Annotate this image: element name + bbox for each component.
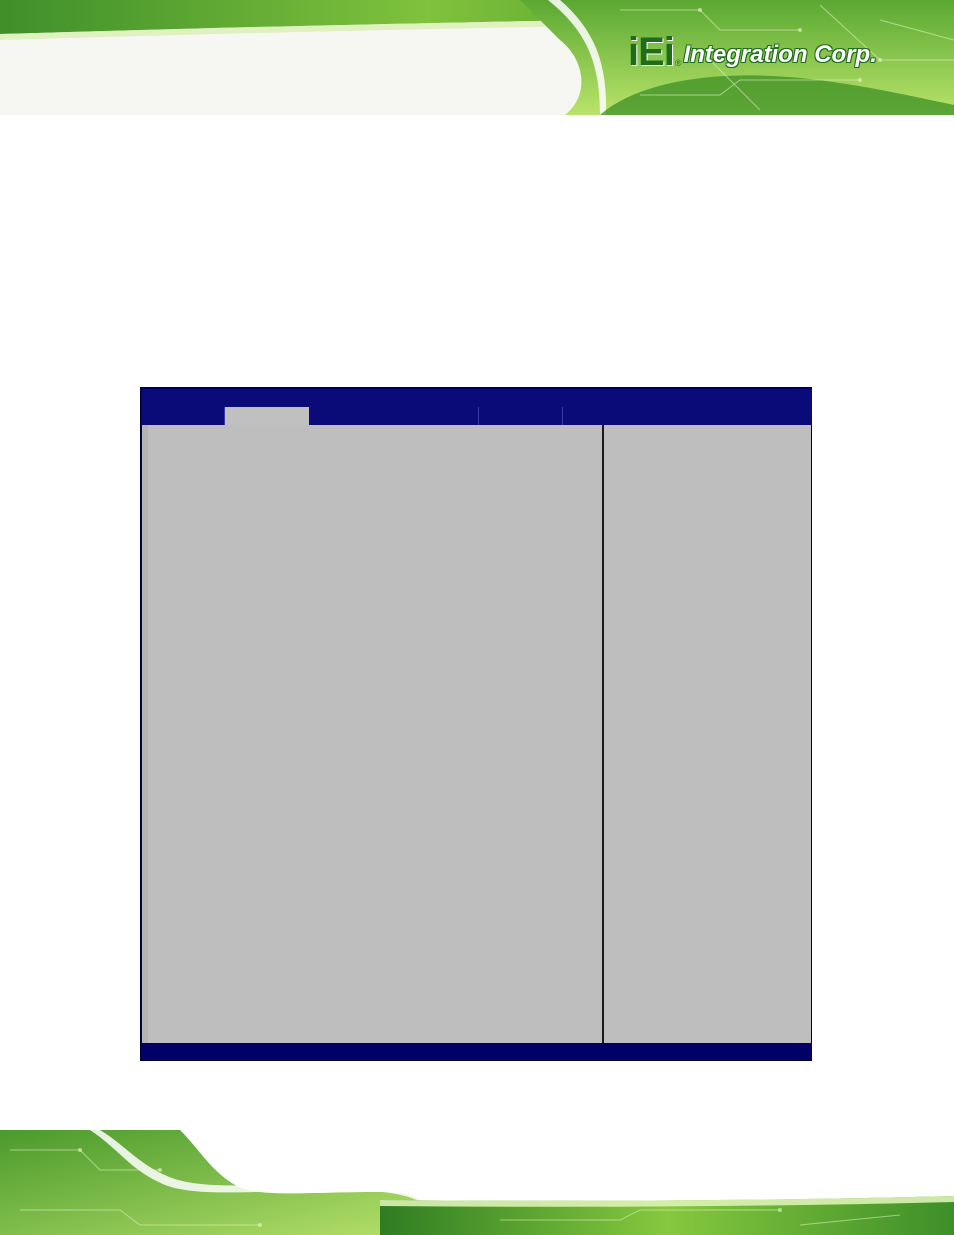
company-name: Integration Corp. (683, 41, 877, 68)
header-banner: iEi ® Integration Corp. (0, 0, 954, 115)
footer-banner (0, 1130, 954, 1235)
registered-mark: ® (674, 58, 682, 68)
company-logo: iEi ® Integration Corp. (628, 26, 877, 74)
bios-status-bar (142, 1043, 812, 1060)
bios-tab-3[interactable] (309, 407, 479, 426)
bios-main-panel (142, 425, 604, 1043)
bios-tab-1[interactable] (142, 407, 225, 426)
bios-help-panel (604, 425, 811, 1043)
bios-setup-screen (140, 387, 812, 1061)
bios-tab-4[interactable] (479, 407, 563, 426)
bios-tab-5[interactable] (563, 407, 812, 426)
bios-menu-bar (142, 389, 812, 428)
logo-mark: iEi (628, 30, 675, 74)
footer-swoosh-graphic (0, 1130, 954, 1235)
